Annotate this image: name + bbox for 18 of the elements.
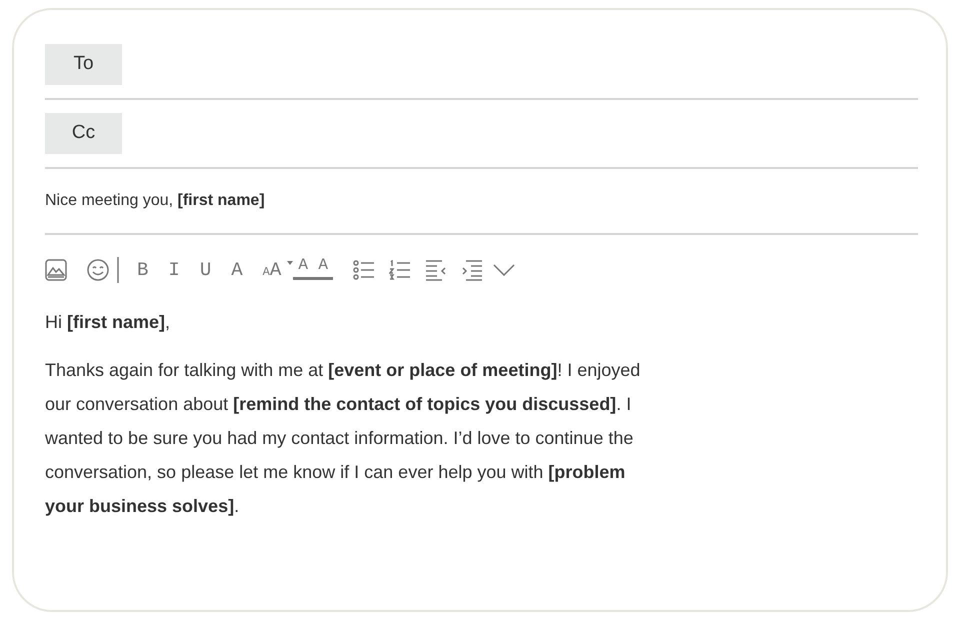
body-paragraph: Hi [first name], (45, 311, 172, 334)
text-color-button[interactable]: A (287, 260, 314, 280)
numbered-list-icon[interactable] (389, 260, 412, 280)
format-button[interactable]: B (137, 260, 148, 280)
chevron-down-icon[interactable] (493, 264, 516, 276)
format-button[interactable]: I (168, 260, 180, 280)
field-label: To (45, 44, 122, 85)
subject-field[interactable]: Nice meeting you, [first name] (45, 169, 918, 235)
font-size-button[interactable]: AA (262, 260, 282, 280)
smiley-icon[interactable] (87, 259, 109, 281)
format-button[interactable]: U (200, 260, 212, 280)
highlight-button[interactable]: A (313, 260, 334, 280)
image-icon[interactable] (45, 259, 67, 281)
body-paragraph: Thanks again for talking with me at [event or place of meeting]! I enjoyed our conversation about [remind the contact of topics you discussed]. I wanted to be sure you had my contact information. I’d love to continue the conversation, so please let me know if I can ever help you with [problem your business solves]. (45, 359, 642, 518)
field-label: Cc (45, 113, 122, 154)
separator-icon[interactable] (117, 257, 119, 283)
format-button[interactable]: A (231, 260, 243, 280)
bulleted-list-icon[interactable] (353, 260, 376, 280)
